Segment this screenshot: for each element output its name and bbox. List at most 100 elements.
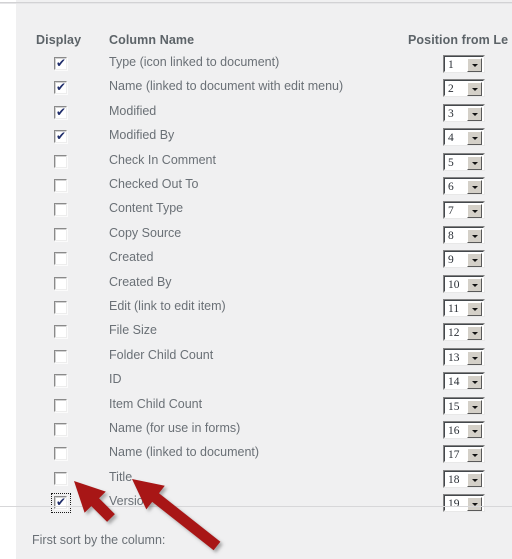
display-checkbox[interactable] bbox=[53, 300, 69, 316]
display-checkbox[interactable] bbox=[53, 178, 69, 194]
position-select-field[interactable]: 14 bbox=[444, 373, 484, 390]
checkbox-box[interactable] bbox=[54, 227, 67, 241]
checkbox-box[interactable] bbox=[54, 398, 67, 412]
chevron-down-icon[interactable] bbox=[467, 448, 482, 463]
chevron-down-icon[interactable] bbox=[467, 375, 482, 390]
checkbox-box[interactable] bbox=[54, 301, 67, 314]
chevron-down-icon[interactable] bbox=[467, 326, 482, 341]
position-select[interactable]: 12 bbox=[443, 323, 485, 342]
position-select-field[interactable]: 11 bbox=[444, 300, 484, 316]
position-select-field[interactable]: 4 bbox=[444, 129, 484, 146]
position-select[interactable]: 2 bbox=[443, 79, 485, 98]
display-checkbox[interactable]: ✔ bbox=[53, 80, 69, 96]
position-select[interactable]: 8 bbox=[443, 225, 485, 244]
position-select-field[interactable]: 7 bbox=[444, 202, 484, 219]
chevron-down-icon[interactable] bbox=[467, 497, 482, 512]
checkbox-box[interactable] bbox=[54, 447, 67, 461]
position-select-field[interactable]: 17 bbox=[444, 446, 484, 463]
chevron-down-icon[interactable] bbox=[467, 204, 482, 219]
checkbox-box[interactable] bbox=[54, 276, 67, 290]
position-select[interactable]: 7 bbox=[443, 201, 485, 220]
checkbox-box[interactable] bbox=[54, 374, 67, 388]
position-select-field[interactable]: 2 bbox=[444, 80, 484, 97]
position-select[interactable]: 14 bbox=[443, 372, 485, 391]
position-select[interactable]: 15 bbox=[443, 396, 485, 415]
position-select[interactable]: 6 bbox=[443, 177, 485, 195]
chevron-down-icon[interactable] bbox=[467, 58, 482, 72]
checkbox-box[interactable] bbox=[54, 471, 67, 485]
position-select[interactable]: 11 bbox=[443, 299, 485, 317]
display-checkbox[interactable] bbox=[53, 251, 69, 267]
display-checkbox[interactable] bbox=[53, 373, 69, 389]
checkbox-box[interactable]: ✔ bbox=[54, 496, 67, 510]
checkbox-box[interactable] bbox=[54, 325, 67, 339]
display-checkbox[interactable]: ✔ bbox=[53, 129, 69, 145]
position-select-field[interactable]: 16 bbox=[444, 422, 484, 438]
position-select-field[interactable]: 1 bbox=[444, 56, 484, 72]
display-checkbox[interactable] bbox=[53, 349, 69, 365]
position-select-field[interactable]: 5 bbox=[444, 153, 484, 170]
column-name-label: Modified By bbox=[109, 128, 175, 143]
display-checkbox[interactable]: ✔ bbox=[51, 493, 71, 514]
position-select[interactable]: 18 bbox=[443, 469, 485, 488]
checkbox-box[interactable] bbox=[54, 252, 67, 266]
position-value: 12 bbox=[448, 327, 460, 340]
display-checkbox[interactable] bbox=[53, 227, 69, 243]
position-select-field[interactable]: 15 bbox=[444, 397, 484, 414]
chevron-down-icon[interactable] bbox=[467, 106, 482, 121]
position-select[interactable]: 9 bbox=[443, 250, 485, 269]
display-checkbox[interactable] bbox=[53, 154, 69, 170]
position-select[interactable]: 3 bbox=[443, 103, 485, 122]
checkbox-box[interactable]: ✔ bbox=[54, 57, 67, 70]
chevron-down-glyph bbox=[471, 137, 478, 141]
checkbox-box[interactable] bbox=[54, 203, 67, 217]
checkbox-box[interactable] bbox=[54, 154, 67, 168]
position-select-field[interactable]: 8 bbox=[444, 226, 484, 243]
chevron-down-icon[interactable] bbox=[467, 350, 482, 365]
chevron-down-icon[interactable] bbox=[467, 228, 482, 243]
position-select-field[interactable]: 12 bbox=[444, 324, 484, 341]
chevron-down-icon[interactable] bbox=[467, 424, 482, 438]
chevron-down-icon[interactable] bbox=[467, 253, 482, 268]
display-checkbox[interactable]: ✔ bbox=[53, 56, 69, 72]
position-select[interactable]: 13 bbox=[443, 347, 485, 366]
table-row: ID 14 bbox=[0, 371, 512, 391]
position-select[interactable]: 17 bbox=[443, 445, 485, 464]
checkbox-box[interactable] bbox=[54, 349, 67, 363]
checkbox-box[interactable] bbox=[54, 423, 67, 436]
position-select-field[interactable]: 18 bbox=[444, 470, 484, 487]
checkbox-box[interactable]: ✔ bbox=[54, 81, 67, 95]
position-select-field[interactable]: 13 bbox=[444, 348, 484, 365]
position-select-field[interactable]: 3 bbox=[444, 104, 484, 121]
chevron-down-icon[interactable] bbox=[467, 277, 482, 292]
position-select-field[interactable]: 19 bbox=[444, 495, 484, 512]
position-select[interactable]: 19 bbox=[443, 494, 485, 513]
position-select[interactable]: 5 bbox=[443, 152, 485, 171]
chevron-down-icon[interactable] bbox=[467, 399, 482, 414]
chevron-down-icon[interactable] bbox=[467, 472, 482, 487]
display-checkbox[interactable] bbox=[53, 202, 69, 218]
display-checkbox[interactable] bbox=[53, 324, 69, 340]
checkbox-box[interactable]: ✔ bbox=[54, 130, 67, 144]
position-select-field[interactable]: 6 bbox=[444, 178, 484, 194]
chevron-down-icon[interactable] bbox=[467, 302, 482, 316]
chevron-down-icon[interactable] bbox=[467, 131, 482, 146]
table-row: Title 18 bbox=[0, 469, 512, 489]
position-select[interactable]: 4 bbox=[443, 128, 485, 147]
chevron-down-icon[interactable] bbox=[467, 180, 482, 194]
display-checkbox[interactable] bbox=[53, 422, 69, 438]
display-checkbox[interactable] bbox=[53, 276, 69, 292]
position-select[interactable]: 16 bbox=[443, 421, 485, 439]
chevron-down-icon[interactable] bbox=[467, 155, 482, 170]
chevron-down-icon[interactable] bbox=[467, 82, 482, 97]
position-select-field[interactable]: 9 bbox=[444, 251, 484, 268]
position-select[interactable]: 1 bbox=[443, 55, 485, 73]
checkbox-box[interactable]: ✔ bbox=[54, 105, 67, 119]
position-select-field[interactable]: 10 bbox=[444, 275, 484, 292]
display-checkbox[interactable] bbox=[53, 471, 69, 487]
checkbox-box[interactable] bbox=[54, 179, 67, 192]
position-select[interactable]: 10 bbox=[443, 274, 485, 293]
display-checkbox[interactable]: ✔ bbox=[53, 105, 69, 121]
display-checkbox[interactable] bbox=[53, 446, 69, 462]
display-checkbox[interactable] bbox=[53, 398, 69, 414]
